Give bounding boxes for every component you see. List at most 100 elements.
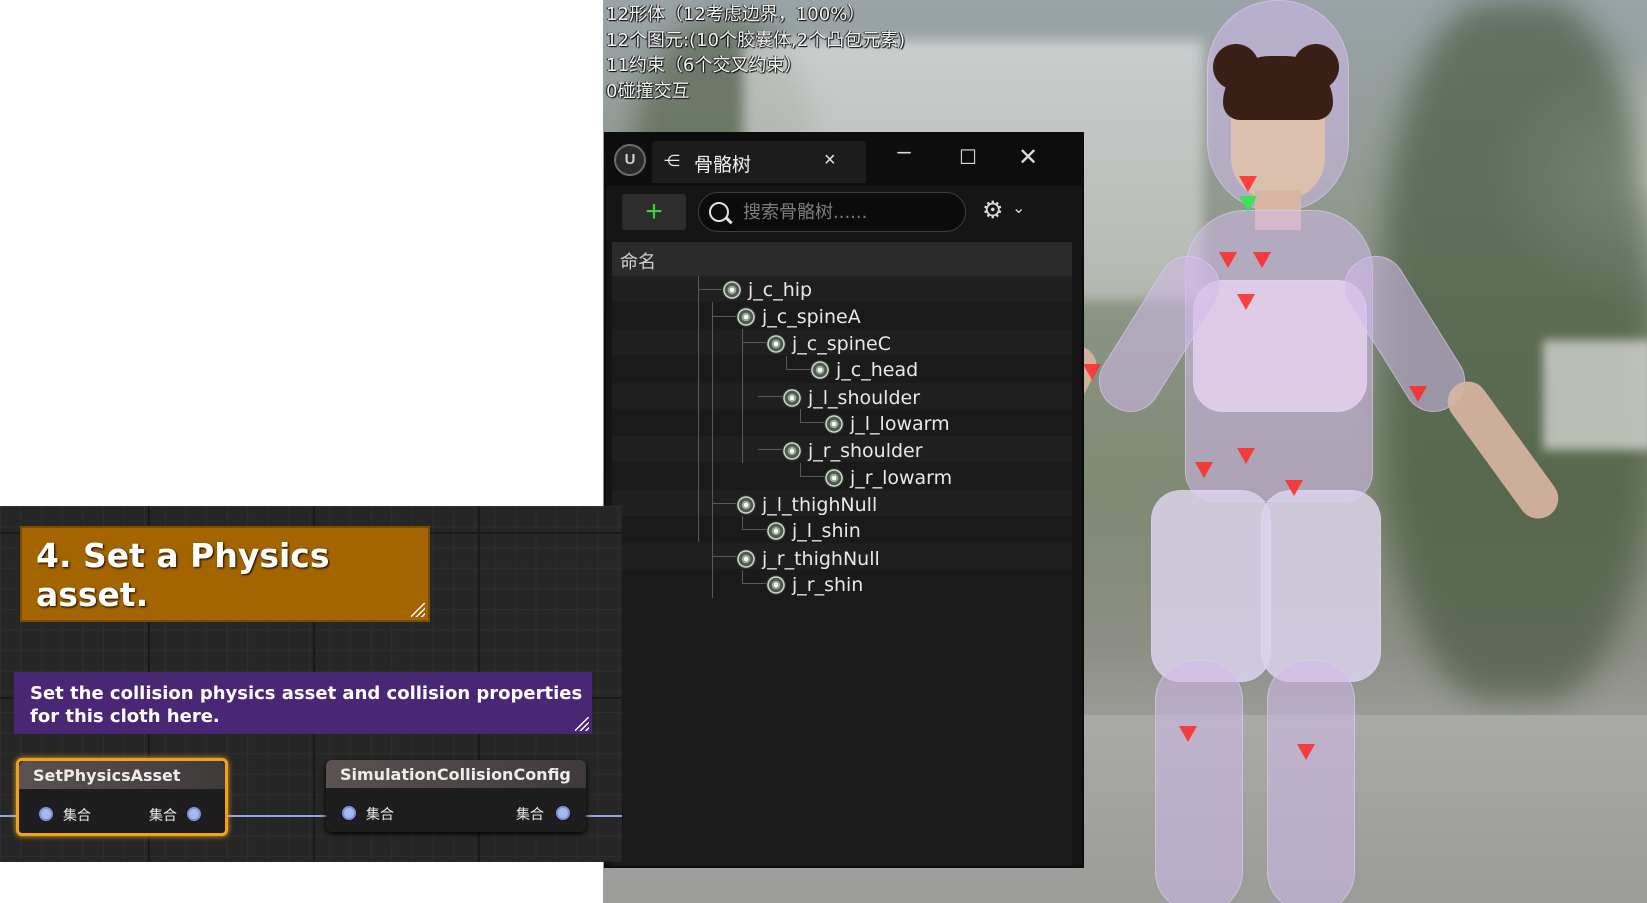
bone-icon <box>782 388 802 408</box>
node-title: SimulationCollisionConfig <box>340 765 571 784</box>
add-button[interactable]: + <box>622 194 686 230</box>
bone-name: j_c_head <box>836 359 919 381</box>
constraint-marker <box>1219 252 1237 268</box>
bone-name: j_c_spineA <box>762 306 861 328</box>
constraint-marker <box>1195 462 1213 478</box>
bone-name: j_l_shin <box>792 520 861 542</box>
bone-icon <box>766 334 786 354</box>
chevron-down-icon[interactable]: ⌄ <box>1012 198 1025 218</box>
constraint-marker <box>1297 744 1315 760</box>
bone-icon <box>810 360 830 380</box>
search-input[interactable] <box>741 201 955 224</box>
bone-icon <box>824 414 844 434</box>
resize-grip-icon[interactable] <box>575 717 589 731</box>
output-pin-icon[interactable] <box>187 807 201 821</box>
node-setphysicsasset[interactable]: SetPhysicsAsset 集合 集合 <box>16 758 228 836</box>
bone-icon <box>824 468 844 488</box>
bone-name: j_l_thighNull <box>762 494 878 516</box>
bone-name: j_r_shin <box>792 574 864 596</box>
stats-line-primitives: 12个图元:(10个胶囊体,2个凸包元素) <box>606 29 906 51</box>
constraint-marker <box>1253 252 1271 268</box>
tree-line <box>698 276 699 542</box>
bone-name: j_l_shoulder <box>808 387 921 409</box>
node-header: SetPhysicsAsset <box>19 761 225 789</box>
maximize-button[interactable]: ☐ <box>950 140 986 176</box>
background-house <box>1543 340 1647 450</box>
output-pin-icon[interactable] <box>556 806 570 820</box>
constraint-marker <box>1239 176 1257 192</box>
stats-line-collisions: 0碰撞交互 <box>606 80 690 102</box>
constraint-marker <box>1237 448 1255 464</box>
tree-line <box>786 369 810 370</box>
tree-line <box>742 516 743 530</box>
bone-name: j_r_lowarm <box>850 467 953 489</box>
top-garment <box>1193 280 1367 412</box>
bone-name: j_c_spineC <box>792 333 891 355</box>
bone-icon <box>782 441 802 461</box>
tree-line <box>800 463 801 477</box>
input-pin-icon[interactable] <box>342 806 356 820</box>
bone-icon <box>766 521 786 541</box>
resize-grip-icon[interactable] <box>411 603 425 617</box>
right-shin-capsule <box>1267 660 1355 903</box>
output-pin-label: 集合 <box>516 807 544 823</box>
comment-title: 4. Set a Physics asset. <box>36 536 330 614</box>
input-pin-label: 集合 <box>63 808 91 824</box>
title-bar[interactable]: U ⋲ 骨骼树 × – ☐ ✕ <box>606 134 1082 186</box>
stats-line-bodies: 12形体（12考虑边界，100%） <box>606 4 866 25</box>
tree-line <box>698 289 722 290</box>
close-window-button[interactable]: ✕ <box>1010 140 1046 176</box>
tree-line <box>742 342 766 343</box>
tree-line <box>742 529 766 530</box>
tree-line <box>742 329 743 463</box>
tree-line <box>712 503 736 504</box>
bone-name: j_r_shoulder <box>808 440 923 462</box>
node-title: SetPhysicsAsset <box>33 766 181 785</box>
bone-icon <box>736 495 756 515</box>
tab-skeleton-tree[interactable]: ⋲ 骨骼树 × <box>652 141 866 183</box>
tree-line <box>786 356 787 370</box>
bone-icon <box>722 280 742 300</box>
tree-line <box>800 476 824 477</box>
node-simulationcollisionconfig[interactable]: SimulationCollisionConfig 集合 集合 <box>326 760 586 832</box>
left-thigh-capsule <box>1151 490 1271 682</box>
unreal-logo-icon: U <box>614 144 646 176</box>
node-header: SimulationCollisionConfig <box>326 760 586 788</box>
row-stripe <box>612 276 1072 302</box>
tree-line <box>800 409 801 423</box>
column-header-label: 命名 <box>620 252 656 272</box>
bone-name: j_c_hip <box>748 279 813 301</box>
bone-name: j_r_thighNull <box>762 548 880 570</box>
right-thigh-capsule <box>1261 490 1381 682</box>
skeleton-tree-window[interactable]: U ⋲ 骨骼树 × – ☐ ✕ + ⚙ ⌄ 命名 <box>604 132 1084 868</box>
left-shin-capsule <box>1155 660 1243 903</box>
constraint-marker <box>1179 726 1197 742</box>
bone-icon <box>736 549 756 569</box>
constraint-marker <box>1285 480 1303 496</box>
bone-tree: j_c_hip j_c_spineA j_c_spineC j_c_head j… <box>612 276 1072 866</box>
tab-label: 骨骼树 <box>694 155 752 176</box>
search-icon <box>709 202 729 222</box>
constraint-marker <box>1409 386 1427 402</box>
minimize-button[interactable]: – <box>886 134 922 170</box>
search-box[interactable] <box>698 192 966 232</box>
output-pin-label: 集合 <box>149 808 177 824</box>
blueprint-graph[interactable]: 4. Set a Physics asset. Set the collisio… <box>0 506 622 862</box>
input-pin-icon[interactable] <box>39 807 53 821</box>
skeleton-tree-icon: ⋲ <box>664 153 680 170</box>
tree-line <box>712 556 736 557</box>
tree-line <box>758 396 782 397</box>
constraint-marker <box>1239 196 1257 212</box>
comment-text: Set the collision physics asset and coll… <box>30 683 583 727</box>
column-header-name[interactable]: 命名 <box>612 242 1072 276</box>
comment-box-purple[interactable]: Set the collision physics asset and coll… <box>14 672 592 734</box>
comment-box-orange[interactable]: 4. Set a Physics asset. <box>20 526 430 622</box>
tab-close-icon[interactable]: × <box>824 149 836 172</box>
tree-line <box>800 422 824 423</box>
input-pin-label: 集合 <box>366 807 394 823</box>
tree-line <box>712 302 713 598</box>
constraint-marker <box>1083 364 1101 380</box>
settings-gear-icon[interactable]: ⚙ <box>982 196 1004 226</box>
stats-line-constraints: 11约束（6个交叉约束） <box>606 55 803 76</box>
tree-line <box>742 570 743 584</box>
